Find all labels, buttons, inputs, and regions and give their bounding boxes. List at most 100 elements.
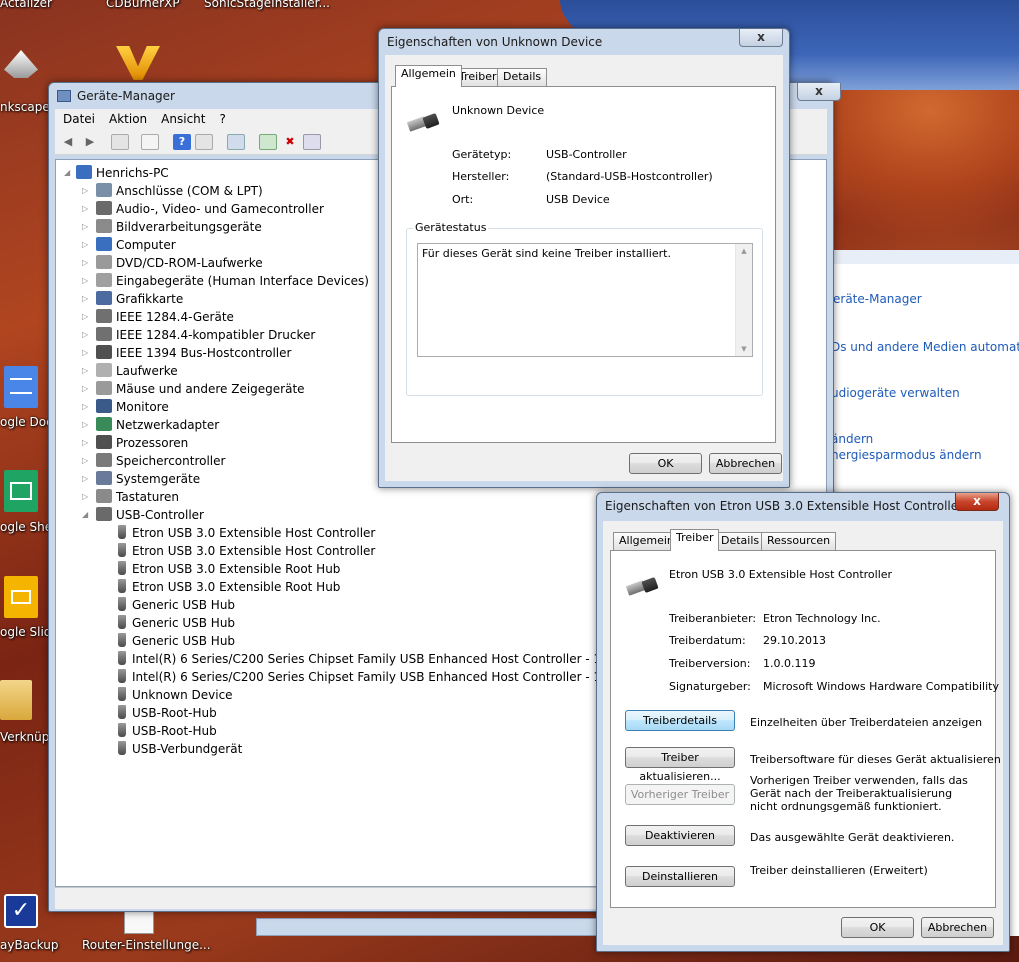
tree-usb-device[interactable]: Generic USB Hub (114, 614, 235, 632)
desktop-icon-label[interactable]: ogle Slid (0, 625, 51, 639)
tree-usb-device[interactable]: Unknown Device (114, 686, 233, 704)
expand-arrow-icon[interactable]: ▷ (82, 272, 90, 290)
collapse-arrow-icon[interactable]: ◢ (64, 164, 72, 182)
expand-arrow-icon[interactable]: ▷ (82, 290, 90, 308)
unknown-device-dialog-titlebar[interactable]: Eigenschaften von Unknown Device (379, 29, 789, 55)
tree-usb-device[interactable]: Intel(R) 6 Series/C200 Series Chipset Fa… (114, 668, 626, 686)
tree-usb-device[interactable]: USB-Root-Hub (114, 722, 217, 740)
tree-usb-device[interactable]: Etron USB 3.0 Extensible Host Controller (114, 524, 375, 542)
expand-arrow-icon[interactable]: ▷ (82, 344, 90, 362)
tree-category[interactable]: ▷ Anschlüsse (COM & LPT) (82, 182, 263, 200)
tree-category[interactable]: ▷ Eingabegeräte (Human Interface Devices) (82, 272, 369, 290)
tree-category[interactable]: ▷ Audio-, Video- und Gamecontroller (82, 200, 324, 218)
scan-hardware-icon[interactable] (227, 134, 245, 150)
update-driver-button[interactable]: Treiber aktualisieren... (625, 747, 735, 783)
expand-arrow-icon[interactable]: ▷ (82, 218, 90, 236)
google-sheets-desktop-icon[interactable] (4, 470, 38, 512)
desktop-icon-label[interactable]: ayBackup (0, 938, 58, 952)
tree-usb-device[interactable]: Generic USB Hub (114, 632, 235, 650)
tree-usb-device[interactable]: Etron USB 3.0 Extensible Root Hub (114, 578, 340, 596)
google-docs-desktop-icon[interactable] (4, 366, 38, 408)
tab-treiber[interactable]: Treiber (670, 529, 720, 551)
update-driver-icon[interactable] (259, 134, 277, 150)
expand-arrow-icon[interactable]: ▷ (82, 362, 90, 380)
unknown-device-close-button[interactable]: x (739, 29, 783, 47)
tab-allgemein[interactable]: Allgemein (395, 65, 462, 87)
tab-details[interactable]: Details (715, 532, 766, 550)
tree-category[interactable]: ▷ IEEE 1394 Bus-Hostcontroller (82, 344, 291, 362)
change-link[interactable]: ändern (831, 432, 873, 446)
tree-category[interactable]: ▷ IEEE 1284.4-kompatibler Drucker (82, 326, 315, 344)
status-scrollbar[interactable]: ▲ ▼ (735, 244, 752, 356)
power-mode-link[interactable]: nergiesparmodus ändern (831, 448, 982, 462)
menu-help[interactable]: ? (211, 109, 231, 126)
tree-category[interactable]: ▷ Computer (82, 236, 176, 254)
desktop-icon-label[interactable]: Actalizer (0, 0, 52, 10)
inkscape-desktop-icon[interactable] (0, 50, 40, 90)
desktop-icon-label[interactable]: SonicStageInstaller... (204, 0, 330, 10)
desktop-icon-label[interactable]: ogle Doc (0, 415, 53, 429)
desktop-icon-label[interactable]: CDBurnerXP (106, 0, 180, 10)
desktop-icon-label[interactable]: nkscape (0, 100, 50, 114)
expand-arrow-icon[interactable]: ▷ (82, 380, 90, 398)
menu-aktion[interactable]: Aktion (101, 109, 153, 126)
show-hide-tree-icon[interactable] (111, 134, 129, 150)
tree-usb-device[interactable]: Etron USB 3.0 Extensible Root Hub (114, 560, 340, 578)
help-icon[interactable]: ? (173, 134, 191, 150)
view-icon[interactable] (195, 134, 213, 150)
tree-category[interactable]: ▷ Mäuse und andere Zeigegeräte (82, 380, 305, 398)
desktop-icon-label[interactable]: Router-Einstellunge... (82, 938, 211, 952)
audio-devices-link[interactable]: udiogeräte verwalten (831, 386, 960, 400)
expand-arrow-icon[interactable]: ▷ (82, 416, 90, 434)
uninstall-driver-button[interactable]: Deinstallieren (625, 866, 735, 887)
device-manager-link[interactable]: eräte-Manager (833, 292, 922, 306)
tree-usb-device[interactable]: Generic USB Hub (114, 596, 235, 614)
expand-arrow-icon[interactable]: ▷ (82, 452, 90, 470)
tree-category[interactable]: ▷ Systemgeräte (82, 470, 200, 488)
expand-arrow-icon[interactable]: ▷ (82, 434, 90, 452)
tree-category[interactable]: ▷ DVD/CD-ROM-Laufwerke (82, 254, 263, 272)
forward-arrow-icon[interactable]: ▶ (81, 134, 99, 150)
tree-category[interactable]: ▷ Monitore (82, 398, 169, 416)
tree-usb-device[interactable]: USB-Root-Hub (114, 704, 217, 722)
tree-usb-device[interactable]: Intel(R) 6 Series/C200 Series Chipset Fa… (114, 650, 625, 668)
uninstall-icon[interactable]: ✖ (281, 134, 299, 150)
expand-arrow-icon[interactable]: ▷ (82, 200, 90, 218)
cancel-button[interactable]: Abbrechen (921, 917, 994, 938)
properties-icon[interactable] (141, 134, 159, 150)
tab-ressourcen[interactable]: Ressourcen (761, 532, 837, 550)
cancel-button[interactable]: Abbrechen (709, 453, 782, 474)
back-arrow-icon[interactable]: ◀ (59, 134, 77, 150)
tree-category[interactable]: ▷ Bildverarbeitungsgeräte (82, 218, 262, 236)
folder-shortcut-desktop-icon[interactable] (0, 680, 32, 720)
menu-ansicht[interactable]: Ansicht (153, 109, 211, 126)
tab-details[interactable]: Details (497, 68, 548, 86)
menu-datei[interactable]: Datei (55, 109, 101, 126)
desktop-icon-label[interactable]: Verknüp (0, 730, 49, 744)
tree-category[interactable]: ▷ IEEE 1284.4-Geräte (82, 308, 234, 326)
etron-dialog-titlebar[interactable]: Eigenschaften von Etron USB 3.0 Extensib… (597, 493, 1009, 519)
ok-button[interactable]: OK (841, 917, 914, 938)
disable-device-button[interactable]: Deaktivieren (625, 825, 735, 846)
expand-arrow-icon[interactable]: ▷ (82, 488, 90, 506)
device-manager-close-button[interactable]: x (797, 83, 841, 101)
etron-close-button[interactable]: x (955, 493, 999, 511)
expand-arrow-icon[interactable]: ▷ (82, 470, 90, 488)
collapse-arrow-icon[interactable]: ◢ (82, 506, 90, 524)
device-status-textbox[interactable]: Für dieses Gerät sind keine Treiber inst… (417, 243, 753, 357)
tree-usb-device[interactable]: USB-Verbundgerät (114, 740, 242, 758)
tree-root[interactable]: ◢ Henrichs-PC (64, 164, 169, 182)
tree-category[interactable]: ▷ Laufwerke (82, 362, 178, 380)
driver-details-button[interactable]: Treiberdetails (625, 710, 735, 731)
tree-category[interactable]: ◢ USB-Controller (82, 506, 204, 524)
tree-category[interactable]: ▷ Speichercontroller (82, 452, 225, 470)
expand-arrow-icon[interactable]: ▷ (82, 254, 90, 272)
expand-arrow-icon[interactable]: ▷ (82, 308, 90, 326)
expand-arrow-icon[interactable]: ▷ (82, 398, 90, 416)
tree-category[interactable]: ▷ Prozessoren (82, 434, 188, 452)
google-slides-desktop-icon[interactable] (4, 576, 38, 618)
tree-category[interactable]: ▷ Netzwerkadapter (82, 416, 219, 434)
rollback-driver-button[interactable]: Vorheriger Treiber (625, 784, 735, 805)
expand-arrow-icon[interactable]: ▷ (82, 182, 90, 200)
expand-arrow-icon[interactable]: ▷ (82, 326, 90, 344)
